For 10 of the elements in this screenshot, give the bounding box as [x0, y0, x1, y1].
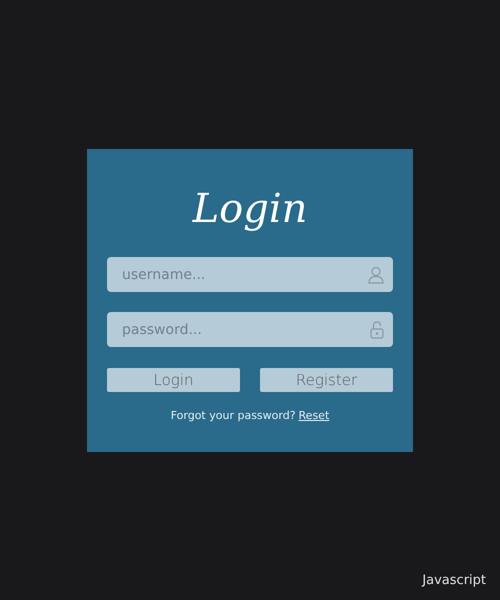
input-field[interactable]: password...: [107, 312, 393, 347]
user-icon: [368, 266, 384, 284]
forgot-text: Forgot your password?: [170, 409, 296, 422]
register-button[interactable]: Register: [260, 368, 393, 392]
reset-link[interactable]: Reset: [298, 409, 330, 422]
input-field[interactable]: username...: [107, 257, 393, 292]
login-title: Login: [192, 185, 308, 234]
lock-icon: [370, 320, 384, 338]
corner-label: Javascript: [422, 573, 486, 588]
login-button[interactable]: Login: [107, 368, 240, 392]
